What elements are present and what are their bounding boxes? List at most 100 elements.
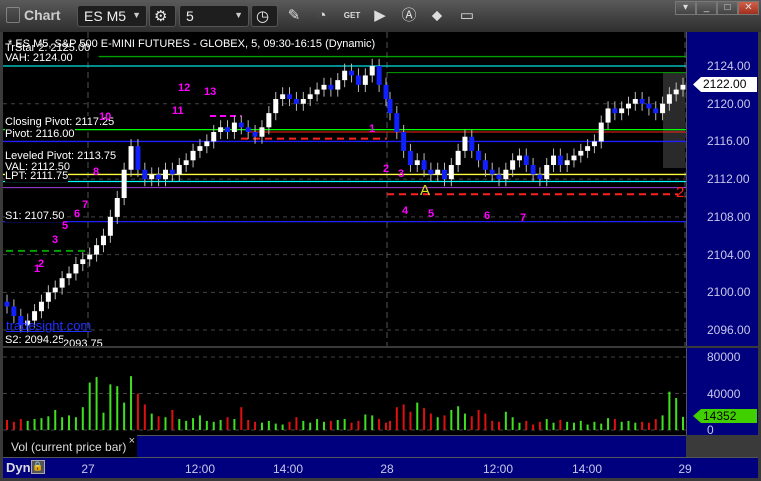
comment-icon: ▭	[459, 7, 475, 24]
minimize-button[interactable]: _	[696, 1, 717, 15]
candle-body	[516, 155, 522, 161]
close-icon: ✕	[744, 2, 753, 13]
volume-bar	[116, 386, 119, 430]
drawing-tool-button[interactable]: ✎	[283, 6, 305, 26]
indicators-button[interactable]: ◔	[311, 6, 333, 26]
price-chart-panel[interactable]: TrStar 2: 2125.00 VAH: 2124.00 Closing Piv…	[3, 32, 686, 346]
volume-bar	[416, 402, 419, 430]
volume-bar	[95, 377, 98, 430]
close-button[interactable]: ✕	[738, 1, 759, 15]
volume-bar	[371, 415, 374, 430]
volume-bar	[316, 419, 319, 430]
volume-bar	[40, 418, 43, 430]
candle-body	[225, 127, 231, 133]
maximize-button[interactable]: □	[717, 1, 738, 15]
candle-body	[530, 165, 536, 175]
volume-panel[interactable]	[3, 348, 686, 435]
chevron-down-icon: ▼	[234, 10, 243, 20]
price-tick-label: 2108.00	[707, 209, 751, 224]
candle-body	[52, 287, 58, 293]
volume-axis: 80000 40000 0 14352	[686, 348, 758, 437]
volume-bar	[343, 419, 346, 430]
volume-bar	[123, 402, 126, 430]
volume-bar	[136, 393, 139, 430]
count-6: 6	[74, 208, 81, 220]
candle-body	[211, 132, 217, 142]
candle-body	[335, 80, 341, 90]
candle-body	[510, 160, 516, 170]
candle-body	[619, 108, 625, 114]
volume-chart-svg	[3, 356, 686, 431]
last-price-marker: 2122.00	[693, 77, 757, 92]
volume-bar	[164, 417, 167, 430]
count-7: 7	[82, 199, 89, 211]
volume-bar	[634, 422, 637, 430]
level-label: Closing Pivot: 2117.25	[5, 116, 115, 128]
candle-body	[394, 113, 400, 133]
candle-body	[503, 169, 509, 180]
maximize-icon: □	[724, 2, 731, 13]
volume-bar	[538, 421, 541, 430]
watermark-link[interactable]: tradesight.com	[6, 319, 91, 332]
candle-body	[421, 160, 427, 170]
volume-bar	[247, 419, 250, 430]
volume-bar	[281, 424, 284, 430]
volume-bar	[525, 420, 528, 430]
pencil-icon: ✎	[287, 7, 301, 24]
volume-bar	[233, 419, 236, 430]
price-tick-label: 2116.00	[707, 134, 750, 149]
volume-bar	[600, 423, 603, 430]
candle-body	[639, 99, 645, 104]
close-panel-icon[interactable]: ×	[129, 435, 135, 447]
price-tick-label: 2100.00	[707, 285, 751, 300]
candle-body	[448, 165, 454, 180]
instrument-selector[interactable]: ES M5 ▼	[77, 5, 147, 27]
volume-label-text: Vol (current price bar)	[11, 440, 127, 454]
link-button[interactable]: ⬥	[426, 6, 448, 26]
instrument-value: ES M5	[84, 8, 127, 24]
volume-bar	[593, 421, 596, 430]
volume-bar	[260, 422, 263, 430]
auto-scale-button[interactable]: Ⓐ	[398, 6, 420, 26]
count-10: 10	[99, 111, 112, 123]
window-menu-button[interactable]: ▾	[675, 1, 696, 15]
price-tick-label: 2112.00	[707, 172, 750, 187]
candle-body	[114, 198, 120, 217]
volume-bar	[364, 414, 367, 430]
candle-body	[625, 103, 631, 109]
chart-header: * ES M5, S&P 500 E-MINI FUTURES - GLOBEX…	[8, 38, 376, 50]
candle-body	[660, 103, 666, 114]
candle-body	[300, 99, 306, 104]
time-axis[interactable]: Dyn 🔒 27 12:00 14:00 28 12:00 14:00 29	[3, 457, 758, 478]
volume-bar	[395, 407, 398, 430]
window-menu-icon: ▾	[682, 2, 689, 13]
candle-body	[11, 306, 17, 316]
volume-bar	[668, 391, 671, 430]
time-frame-button[interactable]: ◷	[251, 5, 278, 27]
volume-bar	[267, 420, 270, 430]
last-price: 2122.00	[703, 77, 747, 91]
volume-bar	[661, 415, 664, 430]
candle-body	[537, 174, 543, 180]
properties-button[interactable]: ⚙	[149, 5, 176, 27]
volume-bar	[185, 420, 188, 430]
count2-6: 6	[484, 210, 491, 222]
play-button[interactable]: ▶	[369, 6, 391, 26]
volume-bar	[647, 422, 650, 430]
count-13: 13	[204, 86, 217, 98]
interval-selector[interactable]: 5 ▼	[179, 5, 249, 27]
candle-body	[646, 103, 652, 109]
candle-body	[387, 99, 393, 114]
volume-bar	[682, 416, 684, 430]
volume-bar	[302, 420, 305, 430]
lock-icon[interactable]: 🔒	[31, 460, 45, 474]
comment-button[interactable]: ▭	[456, 6, 478, 26]
volume-bar	[81, 407, 84, 430]
volume-bar	[378, 419, 381, 430]
price-axis[interactable]: 2124.00 2120.00 2116.00 2112.00 2108.00 2104.…	[686, 32, 758, 346]
get-data-button[interactable]: GET	[341, 6, 363, 26]
candle-body	[578, 150, 584, 156]
candle-body	[369, 66, 375, 76]
count-21: 21	[676, 184, 686, 201]
volume-bar	[641, 421, 644, 430]
